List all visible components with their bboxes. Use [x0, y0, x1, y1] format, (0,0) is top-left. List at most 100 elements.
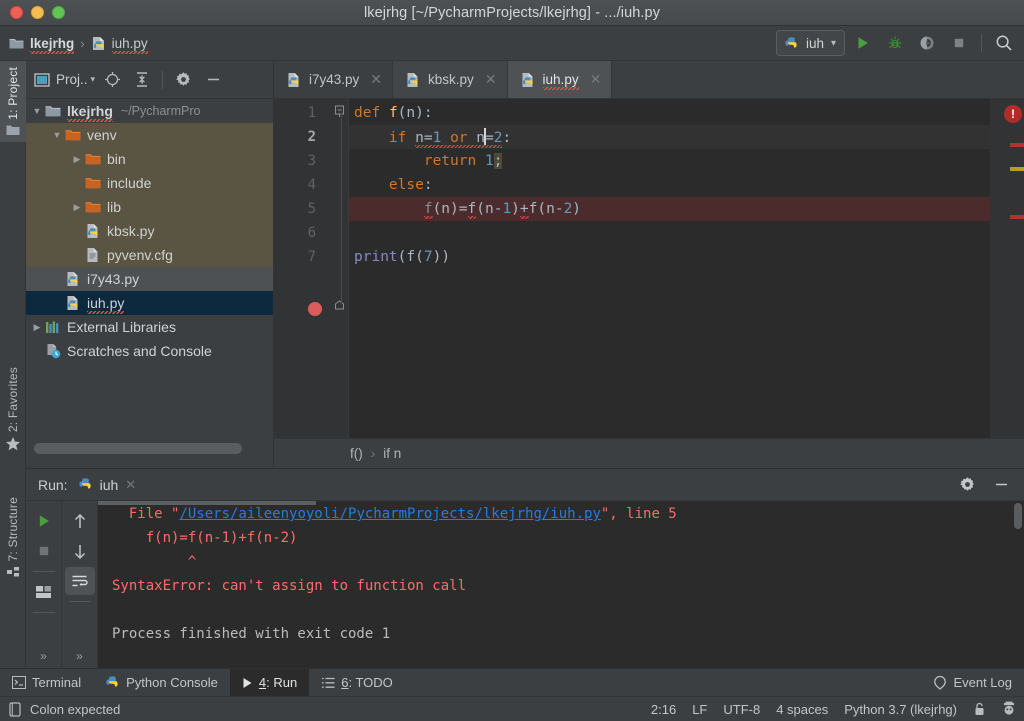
error-stripe-marker[interactable]	[1010, 215, 1024, 219]
tree-expand-arrow[interactable]: ▶	[70, 202, 84, 213]
restore-layout-button[interactable]	[29, 578, 59, 606]
breakpoint-marker[interactable]	[308, 302, 322, 316]
soft-wrap-button[interactable]	[64, 567, 95, 595]
tree-item-label: iuh.py	[87, 295, 125, 314]
tree-item-iuh-py[interactable]: iuh.py	[26, 291, 273, 315]
editor-code-area[interactable]: def f(n): if n=1 or n=2: return 1; else:…	[349, 99, 990, 438]
caret-position[interactable]: 2:16	[651, 702, 676, 717]
status-message-area: Colon expected	[0, 702, 120, 717]
line-separator[interactable]: LF	[692, 702, 707, 717]
console-line[interactable]: File "/Users/aileenyoyoli/PycharmProject…	[112, 506, 677, 522]
editor-tab-iuh-py[interactable]: iuh.py ✕	[507, 61, 613, 98]
tree-expand-arrow[interactable]: ▼	[50, 130, 64, 140]
tree-item-i7y43-py[interactable]: i7y43.py	[26, 267, 273, 291]
tree-item-external-libraries[interactable]: ▶ External Libraries	[26, 315, 273, 339]
coverage-button[interactable]	[913, 29, 941, 57]
tree-expand-arrow[interactable]: ▶	[30, 322, 44, 333]
tab-terminal[interactable]: Terminal	[0, 669, 93, 697]
run-session-tab[interactable]: iuh ✕	[78, 477, 136, 493]
locate-icon[interactable]	[99, 67, 125, 93]
settings-gear-icon[interactable]	[170, 67, 196, 93]
stop-button[interactable]	[945, 29, 973, 57]
indent-setting[interactable]: 4 spaces	[776, 702, 828, 717]
close-icon[interactable]: ✕	[370, 71, 382, 88]
tree-item-bin[interactable]: ▶ bin	[26, 147, 273, 171]
stop-button[interactable]	[29, 537, 59, 565]
folder-orange-icon	[84, 201, 102, 214]
lock-icon[interactable]	[973, 702, 986, 717]
breadcrumb-project[interactable]: lkejrhg	[9, 36, 75, 54]
search-icon[interactable]	[990, 29, 1018, 57]
tree-item-scratches-and-console[interactable]: Scratches and Console	[26, 339, 273, 363]
tree-item-pyvenv-cfg[interactable]: pyvenv.cfg	[26, 243, 273, 267]
sidebar-item-favorites[interactable]: 2: Favorites	[0, 361, 26, 458]
tree-item-label: kbsk.py	[107, 223, 155, 239]
event-log-button[interactable]: Event Log	[933, 675, 1024, 690]
run-console-output[interactable]: File "/Users/aileenyoyoli/PycharmProject…	[98, 501, 1024, 669]
hide-panel-icon[interactable]	[200, 67, 226, 93]
editor-gutter[interactable]: 1 2 3 4 5 6 7	[274, 99, 340, 438]
maximize-window-button[interactable]	[52, 6, 65, 19]
tree-item-kbsk-py[interactable]: kbsk.py	[26, 219, 273, 243]
editor-fold-bar[interactable]	[335, 99, 349, 438]
project-view-icon	[34, 72, 50, 87]
sidebar-item-structure[interactable]: 7: Structure	[0, 491, 26, 585]
code-editor[interactable]: 1 2 3 4 5 6 7 def f(n): if n=1 or n=2: return …	[274, 99, 1024, 438]
hector-icon[interactable]	[1002, 701, 1016, 717]
console-line: f(n)=f(n-1)+f(n-2)	[112, 530, 298, 546]
tree-expand-arrow[interactable]: ▶	[70, 154, 84, 165]
tree-item-venv[interactable]: ▼ venv	[26, 123, 273, 147]
tree-item-include[interactable]: include	[26, 171, 273, 195]
tree-expand-arrow[interactable]: ▼	[30, 106, 44, 116]
python-interpreter[interactable]: Python 3.7 (lkejrhg)	[844, 702, 957, 717]
debug-button[interactable]	[881, 29, 909, 57]
close-icon[interactable]: ✕	[125, 477, 136, 493]
sidebar-item-project[interactable]: 1: Project	[0, 61, 26, 142]
tab-run[interactable]: 4: Run	[229, 668, 310, 697]
window-title: lkejrhg [~/PycharmProjects/lkejrhg] - ..…	[363, 4, 661, 21]
status-bar: Colon expected 2:16 LF UTF-8 4 spaces Py…	[0, 696, 1024, 721]
rerun-button[interactable]	[29, 507, 59, 535]
editor-tab-i7y43-py[interactable]: i7y43.py ✕	[274, 61, 394, 98]
breadcrumb-file[interactable]: iuh.py	[91, 36, 148, 54]
tree-item-path: ~/PycharmPro	[120, 104, 201, 118]
python-file-icon	[84, 223, 102, 239]
tab-todo[interactable]: 6: TODO	[309, 669, 405, 697]
console-hscrollbar[interactable]	[98, 501, 316, 505]
tab-python-console[interactable]: Python Console	[93, 669, 230, 697]
close-icon[interactable]: ✕	[485, 71, 497, 88]
console-line: Process finished with exit code 1	[112, 626, 390, 642]
hide-panel-icon[interactable]	[988, 472, 1014, 498]
error-stripe-marker[interactable]	[1010, 143, 1024, 147]
error-stripe-marker[interactable]	[1010, 167, 1024, 171]
project-tree-hscrollbar[interactable]	[34, 443, 242, 454]
star-icon	[5, 436, 21, 452]
console-vscrollbar[interactable]	[1014, 503, 1022, 529]
pycharm-window: lkejrhg [~/PycharmProjects/lkejrhg] - ..…	[0, 0, 1024, 721]
tree-item-lkejrhg[interactable]: ▼ lkejrhg ~/PycharmPro	[26, 99, 273, 123]
tree-item-lib[interactable]: ▶ lib	[26, 195, 273, 219]
editor-tab-kbsk-py[interactable]: kbsk.py ✕	[393, 61, 508, 98]
project-tree[interactable]: ▼ lkejrhg ~/PycharmPro ▼ venv ▶ bin include ▶ lib…	[26, 99, 273, 468]
breadcrumb-item-if[interactable]: if n	[383, 446, 401, 461]
inspection-icon[interactable]	[8, 701, 22, 717]
error-badge[interactable]: !	[1004, 105, 1022, 123]
close-icon[interactable]: ✕	[590, 71, 602, 88]
minimize-window-button[interactable]	[31, 6, 44, 19]
run-configuration-selector[interactable]: iuh ▾	[775, 30, 845, 56]
sidebar-item-structure-label: 7: Structure	[6, 497, 20, 562]
close-window-button[interactable]	[10, 6, 23, 19]
console-file-link[interactable]: /Users/aileenyoyoli/PycharmProjects/lkej…	[179, 506, 600, 522]
breadcrumb-separator: ›	[80, 35, 85, 51]
collapse-all-icon[interactable]	[129, 67, 155, 93]
expand-toolbar-icon[interactable]: »	[76, 649, 83, 663]
expand-toolbar-icon[interactable]: »	[40, 649, 47, 663]
down-arrow-icon[interactable]	[65, 537, 95, 565]
file-encoding[interactable]: UTF-8	[723, 702, 760, 717]
editor-error-stripe[interactable]: !	[990, 99, 1024, 438]
settings-gear-icon[interactable]	[954, 472, 980, 498]
project-view-selector[interactable]: Proj.. ▾	[34, 72, 95, 87]
breadcrumb-item-function[interactable]: f()	[350, 446, 363, 461]
run-button[interactable]	[849, 29, 877, 57]
up-arrow-icon[interactable]	[65, 507, 95, 535]
